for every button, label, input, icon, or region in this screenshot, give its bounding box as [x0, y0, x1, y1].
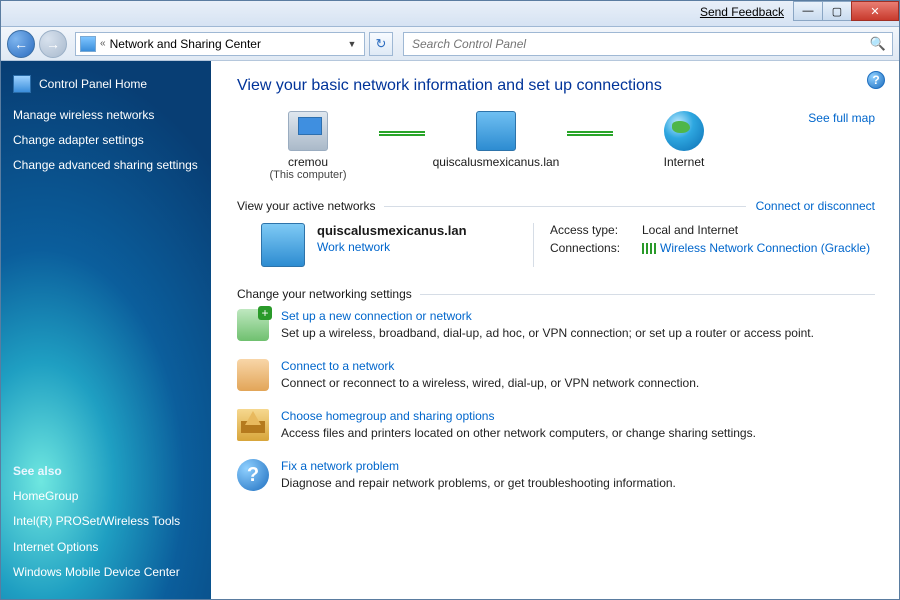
search-bar[interactable]: 🔍 — [403, 32, 893, 56]
sidebar-link-manage-wireless[interactable]: Manage wireless networks — [13, 107, 199, 123]
close-button[interactable]: ✕ — [851, 1, 899, 21]
access-type-value: Local and Internet — [642, 223, 738, 237]
homegroup-icon — [237, 409, 269, 441]
computer-icon — [288, 111, 328, 151]
breadcrumb: Network and Sharing Center — [110, 37, 340, 51]
setting-desc: Set up a wireless, broadband, dial-up, a… — [281, 326, 814, 340]
content: ? View your basic network information an… — [211, 61, 899, 599]
setting-desc: Connect or reconnect to a wireless, wire… — [281, 376, 699, 390]
send-feedback-link[interactable]: Send Feedback — [700, 5, 784, 19]
map-node3-name: Internet — [613, 155, 755, 169]
setting-title-link[interactable]: Connect to a network — [281, 359, 699, 373]
map-node-this-pc[interactable]: cremou (This computer) — [237, 111, 379, 181]
setting-desc: Access files and printers located on oth… — [281, 426, 756, 440]
network-icon — [261, 223, 305, 267]
map-connection-line — [567, 131, 613, 136]
map-connection-line — [379, 131, 425, 136]
setting-homegroup: Choose homegroup and sharing options Acc… — [237, 409, 875, 441]
help-icon[interactable]: ? — [867, 71, 885, 89]
breadcrumb-prefix: « — [100, 38, 106, 49]
sidebar: Control Panel Home Manage wireless netwo… — [1, 61, 211, 599]
setting-title-link[interactable]: Fix a network problem — [281, 459, 676, 473]
window-buttons: — ▢ ✕ — [794, 1, 899, 21]
map-node-router[interactable]: quiscalusmexicanus.lan — [425, 111, 567, 169]
rule — [384, 206, 746, 207]
navbar: ← → « Network and Sharing Center ▼ ↻ 🔍 — [1, 27, 899, 61]
map-node-internet[interactable]: Internet — [613, 111, 755, 169]
control-panel-icon — [13, 75, 31, 93]
setting-title-link[interactable]: Choose homegroup and sharing options — [281, 409, 756, 423]
setting-title-link[interactable]: Set up a new connection or network — [281, 309, 814, 323]
forward-button[interactable]: → — [39, 30, 67, 58]
router-icon — [476, 111, 516, 151]
see-full-map-link[interactable]: See full map — [808, 111, 875, 125]
connections-link[interactable]: Wireless Network Connection (Grackle) — [642, 241, 870, 255]
sidebar-link-advanced-sharing[interactable]: Change advanced sharing settings — [13, 157, 199, 173]
seealso-intel-proset[interactable]: Intel(R) PROSet/Wireless Tools — [13, 513, 199, 529]
minimize-button[interactable]: — — [793, 1, 823, 21]
connections-value: Wireless Network Connection (Grackle) — [660, 241, 870, 255]
search-input[interactable] — [410, 36, 870, 52]
active-network-type-link[interactable]: Work network — [317, 240, 467, 254]
settings-label: Change your networking settings — [237, 287, 412, 301]
setup-connection-icon — [237, 309, 269, 341]
active-networks-header: View your active networks Connect or dis… — [237, 199, 875, 213]
maximize-button[interactable]: ▢ — [822, 1, 852, 21]
connect-disconnect-link[interactable]: Connect or disconnect — [756, 199, 875, 213]
divider — [533, 223, 534, 267]
control-panel-home-label: Control Panel Home — [39, 77, 147, 91]
seealso-internet-options[interactable]: Internet Options — [13, 539, 199, 555]
active-network-left: quiscalusmexicanus.lan Work network — [261, 223, 517, 267]
rule — [420, 294, 875, 295]
active-network-panel: quiscalusmexicanus.lan Work network Acce… — [261, 223, 875, 267]
setting-fix-problem: ? Fix a network problem Diagnose and rep… — [237, 459, 875, 491]
active-network-name: quiscalusmexicanus.lan — [317, 223, 467, 238]
back-button[interactable]: ← — [7, 30, 35, 58]
address-bar[interactable]: « Network and Sharing Center ▼ — [75, 32, 365, 56]
seealso-wmdc[interactable]: Windows Mobile Device Center — [13, 564, 199, 580]
control-panel-home[interactable]: Control Panel Home — [13, 75, 199, 93]
signal-icon — [642, 243, 656, 254]
setting-setup-connection: Set up a new connection or network Set u… — [237, 309, 875, 341]
seealso-homegroup[interactable]: HomeGroup — [13, 488, 199, 504]
fix-problem-icon: ? — [237, 459, 269, 491]
window: Send Feedback — ▢ ✕ ← → « Network and Sh… — [0, 0, 900, 600]
map-node1-sub: (This computer) — [237, 169, 379, 181]
network-map: See full map cremou (This computer) quis… — [237, 111, 875, 181]
connections-label: Connections: — [550, 241, 642, 255]
search-icon[interactable]: 🔍 — [870, 36, 886, 52]
active-networks-label: View your active networks — [237, 199, 376, 213]
globe-icon — [664, 111, 704, 151]
titlebar: Send Feedback — ▢ ✕ — [1, 1, 899, 27]
access-type-label: Access type: — [550, 223, 642, 237]
connect-network-icon — [237, 359, 269, 391]
see-also-heading: See also — [13, 464, 199, 478]
setting-connect-network: Connect to a network Connect or reconnec… — [237, 359, 875, 391]
address-icon — [80, 36, 96, 52]
sidebar-link-adapter-settings[interactable]: Change adapter settings — [13, 132, 199, 148]
refresh-button[interactable]: ↻ — [369, 32, 393, 56]
settings-list: Set up a new connection or network Set u… — [237, 309, 875, 491]
map-node1-name: cremou — [237, 155, 379, 169]
active-network-right: Access type: Local and Internet Connecti… — [550, 223, 870, 267]
body: Control Panel Home Manage wireless netwo… — [1, 61, 899, 599]
map-node2-name: quiscalusmexicanus.lan — [425, 155, 567, 169]
setting-desc: Diagnose and repair network problems, or… — [281, 476, 676, 490]
page-title: View your basic network information and … — [237, 77, 875, 95]
settings-header: Change your networking settings — [237, 287, 875, 301]
address-dropdown-icon[interactable]: ▼ — [344, 39, 360, 49]
